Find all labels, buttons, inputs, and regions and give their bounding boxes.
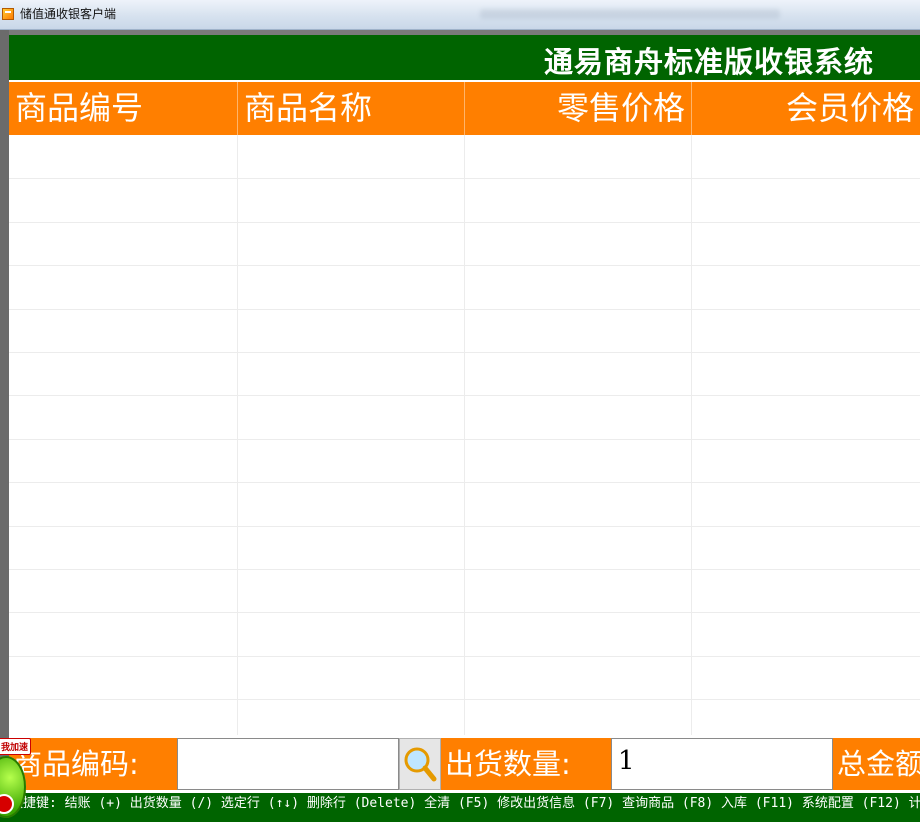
window-titlebar: 储值通收银客户端 [0, 0, 920, 30]
speedup-widget[interactable]: 我加速 [0, 738, 40, 822]
total-amount-label: 总金额 [833, 738, 920, 790]
table-column-divider [464, 135, 465, 735]
quantity-label: 出货数量: [441, 738, 611, 790]
quantity-input[interactable]: 1 [611, 738, 833, 790]
system-title: 通易商舟标准版收银系统 [543, 45, 874, 79]
column-header-product-code[interactable]: 商品编号 [9, 82, 237, 135]
column-header-retail-price[interactable]: 零售价格 [465, 82, 691, 135]
product-table[interactable]: 商品编号 商品名称 零售价格 会员价格 [9, 80, 920, 744]
product-code-input[interactable] [177, 738, 399, 790]
table-column-divider [237, 135, 238, 735]
titlebar-blur [480, 9, 780, 19]
system-banner: 通易商舟标准版收银系统 [9, 35, 920, 80]
table-column-divider [691, 135, 692, 735]
column-header-member-price[interactable]: 会员价格 [692, 82, 920, 135]
window-title: 储值通收银客户端 [20, 7, 117, 21]
search-button[interactable] [399, 738, 441, 790]
window-left-frame [0, 30, 9, 822]
column-header-product-name[interactable]: 商品名称 [238, 82, 464, 135]
shortcut-status-bar: 快捷键: 结账 (+) 出货数量 (/) 选定行 (↑↓) 删除行 (Delet… [0, 793, 920, 822]
search-icon [404, 747, 437, 782]
speedup-tag[interactable]: 我加速 [0, 738, 32, 755]
app-icon [2, 8, 14, 20]
input-bar: 商品编码: 出货数量: 1 总金额 [9, 735, 920, 793]
